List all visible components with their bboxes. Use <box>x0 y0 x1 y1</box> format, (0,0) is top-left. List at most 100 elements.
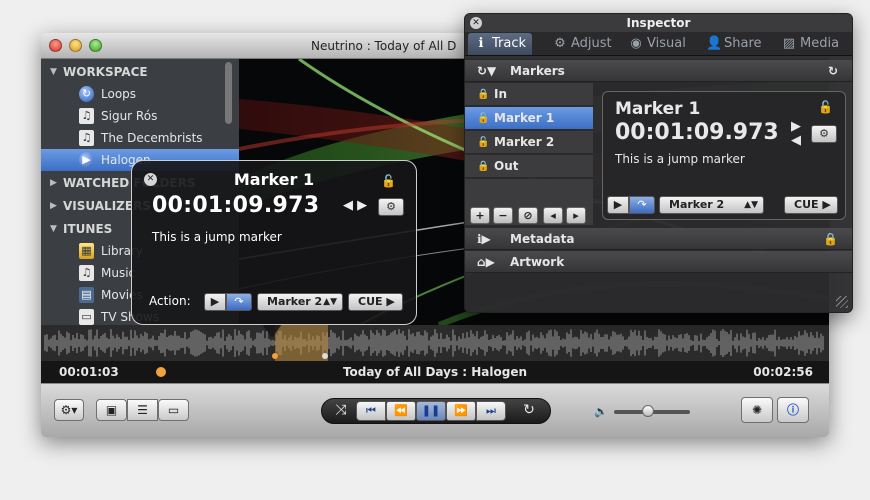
metadata-section-header[interactable]: ℹ▶ Metadata 🔒 <box>465 228 852 250</box>
marker-title: Marker 1 <box>233 170 315 189</box>
sidebar-section-workspace[interactable]: ▼ WORKSPACE <box>41 61 239 83</box>
waveform-graphic <box>44 329 824 357</box>
eye-icon: ◉ <box>630 36 642 51</box>
gear-icon: ⚙ <box>386 200 396 213</box>
volume-slider-knob[interactable] <box>642 405 655 417</box>
detail-cue-button[interactable]: CUE ▶ <box>784 196 838 214</box>
view-fullscreen-button[interactable]: ▭ <box>158 399 189 421</box>
gear-icon: ⚙ <box>554 36 566 51</box>
artwork-section-header[interactable]: ⌂▶ Artwork <box>465 251 852 273</box>
previous-marker-button[interactable]: ◂ <box>543 207 563 224</box>
minimize-window-button[interactable] <box>69 39 82 52</box>
shuffle-icon: ⤨ <box>335 402 347 418</box>
play-icon: ▶ <box>822 198 831 211</box>
now-playing-title: Today of All Days : Halogen <box>342 365 528 379</box>
disclosure-right-icon[interactable]: ▶ <box>50 178 57 188</box>
lock-icon[interactable]: 🔒 <box>823 228 838 250</box>
marker-list-item[interactable]: 🔒 In <box>465 83 593 106</box>
marker-time[interactable]: 00:01:09.973 <box>152 193 319 218</box>
skip-back-icon: ⏮ <box>366 404 376 417</box>
detail-target-marker-popup[interactable]: Marker 2 ▲▼ <box>659 196 764 214</box>
sidebar-scrollbar[interactable] <box>225 62 232 124</box>
next-track-button[interactable]: ⏭ <box>476 401 506 421</box>
marker-description[interactable]: This is a jump marker <box>152 230 282 244</box>
person-icon: 👤 <box>706 36 723 51</box>
fast-forward-icon: ⏩ <box>454 404 468 417</box>
disclosure-down-icon[interactable]: ▼ <box>50 67 57 77</box>
repeat-button[interactable]: ↻ <box>514 401 544 421</box>
detail-play-button[interactable]: ▶ <box>607 196 629 214</box>
sidebar-item-the-decembrists[interactable]: ♫ The Decembrists <box>41 127 239 149</box>
disclosure-down-icon[interactable]: ▼ <box>50 224 57 234</box>
previous-track-button[interactable]: ⏮ <box>356 401 386 421</box>
info-icon: ℹ <box>478 36 484 51</box>
pause-icon: ❚❚ <box>421 404 441 417</box>
detail-marker-name[interactable]: Marker 1 <box>615 99 700 119</box>
music-note-icon: ♫ <box>79 108 94 124</box>
marker-range-selection[interactable] <box>275 325 328 361</box>
next-marker-button[interactable]: ▸ <box>566 207 586 224</box>
pause-button[interactable]: ❚❚ <box>416 401 446 421</box>
close-window-button[interactable] <box>49 39 62 52</box>
duration-time: 00:02:56 <box>753 365 813 379</box>
minus-icon: − <box>498 209 508 222</box>
tab-media[interactable]: ▨ Media <box>782 33 839 55</box>
action-play-button[interactable]: ▶ <box>204 293 226 311</box>
cue-button[interactable]: CUE ▶ <box>348 293 403 311</box>
marker-handle-out[interactable] <box>322 353 328 359</box>
refresh-icon[interactable]: ↻ <box>828 60 838 82</box>
marker-list-item[interactable]: 🔒 Out <box>465 155 593 178</box>
nudge-arrows-icon[interactable]: ◀ ▶ <box>343 198 367 213</box>
close-icon[interactable]: ✕ <box>470 17 482 29</box>
music-note-icon: ♫ <box>79 265 94 281</box>
lock-icon[interactable]: 🔓 <box>818 100 833 114</box>
resize-grip-icon[interactable] <box>836 296 848 308</box>
view-browser-button[interactable]: ▣ <box>96 399 127 421</box>
marker-popover: ✕ Marker 1 🔓 00:01:09.973 ◀ ▶ ⚙ This is … <box>131 160 417 325</box>
zoom-window-button[interactable] <box>89 39 102 52</box>
target-marker-popup[interactable]: Marker 2 ▲▼ <box>257 293 343 311</box>
remove-marker-button[interactable]: − <box>493 207 513 224</box>
detail-marker-description[interactable]: This is a jump marker <box>615 152 745 166</box>
nudge-arrows-icon[interactable]: ▶ ◀ <box>791 120 801 148</box>
marker-list-item[interactable]: 🔓 Marker 2 <box>465 131 593 154</box>
tab-track[interactable]: ℹ Track <box>468 33 533 55</box>
visualizer-settings-button[interactable]: ✺ <box>741 397 773 423</box>
marker-list-item[interactable]: 🔓 Marker 1 <box>465 107 593 130</box>
lock-icon: 🔒 <box>477 89 490 100</box>
view-list-button[interactable]: ☰ <box>127 399 158 421</box>
inspector-tabs: ℹ Track ⚙ Adjust ◉ Visual 👤 Share ▨ Media <box>465 32 852 56</box>
jump-icon: ↷ <box>637 198 647 211</box>
marker-gear-button[interactable]: ⚙ <box>378 198 404 216</box>
rewind-button[interactable]: ⏪ <box>386 401 416 421</box>
tab-share[interactable]: 👤 Share <box>706 33 762 55</box>
fast-forward-button[interactable]: ⏩ <box>446 401 476 421</box>
lock-icon[interactable]: 🔓 <box>381 174 396 188</box>
info-icon: ⓘ <box>786 403 799 417</box>
add-marker-button[interactable]: + <box>470 207 490 224</box>
info-button[interactable]: ⓘ <box>777 397 809 423</box>
waveform-timeline[interactable] <box>41 325 829 361</box>
shuffle-button[interactable]: ⤨ <box>326 401 356 421</box>
markers-section-header[interactable]: ↻▼ Markers ↻ <box>465 60 852 82</box>
detail-jump-button[interactable]: ↷ <box>629 196 655 214</box>
tab-visual[interactable]: ◉ Visual <box>629 33 685 55</box>
gear-icon: ⚙▾ <box>60 403 78 417</box>
prohibit-icon: ⊘ <box>523 209 533 222</box>
disable-marker-button[interactable]: ⊘ <box>518 207 538 224</box>
sidebar-item-loops[interactable]: ↻ Loops <box>41 83 239 105</box>
tab-adjust[interactable]: ⚙ Adjust <box>553 33 611 55</box>
action-menu-button[interactable]: ⚙▾ <box>54 399 84 421</box>
status-bar: 00:01:03 Today of All Days : Halogen 00:… <box>41 361 829 383</box>
sidebar-item-sigur-ros[interactable]: ♫ Sigur Rós <box>41 105 239 127</box>
loop-icon: ↻ <box>79 86 94 102</box>
inspector-title-bar[interactable]: Inspector <box>465 14 852 32</box>
detail-gear-button[interactable]: ⚙ <box>811 125 837 143</box>
action-jump-button[interactable]: ↷ <box>226 293 252 311</box>
skip-forward-icon: ⏭ <box>486 404 496 417</box>
lock-icon: 🔓 <box>477 113 490 124</box>
sync-disclosure-icon: ↻▼ <box>477 64 497 78</box>
disclosure-right-icon[interactable]: ▶ <box>50 201 57 211</box>
marker-handle-in[interactable] <box>272 353 278 359</box>
detail-marker-time[interactable]: 00:01:09.973 <box>615 120 779 145</box>
